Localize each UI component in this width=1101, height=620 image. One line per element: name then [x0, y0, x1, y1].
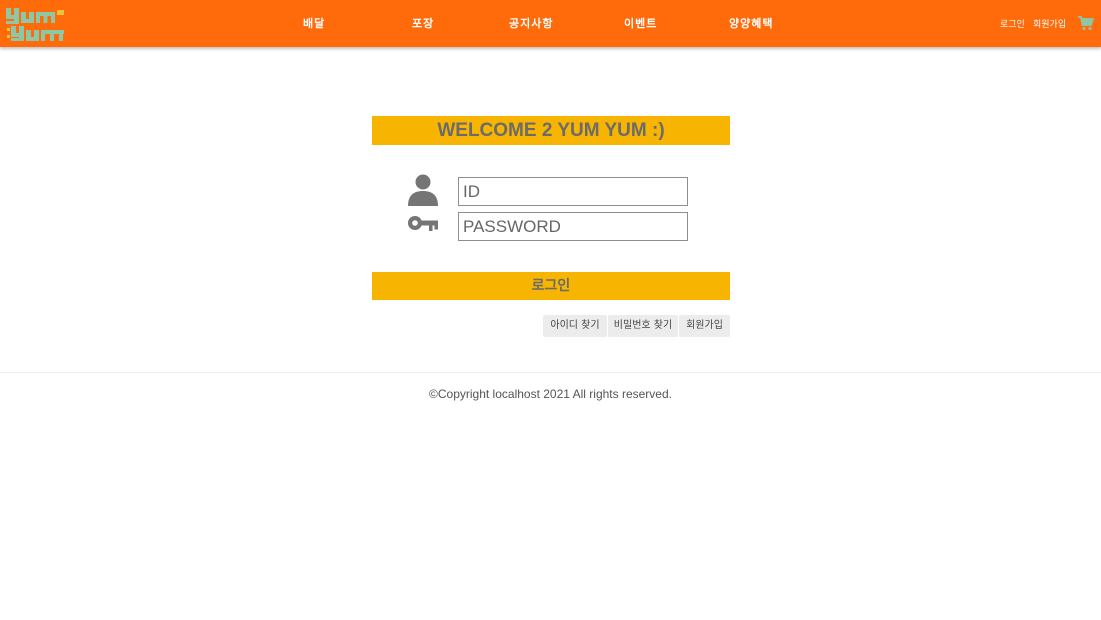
nav-item-benefit[interactable]: 양양혜택 [729, 15, 773, 33]
find-password-button[interactable]: 비밀번호 찾기 [608, 315, 678, 337]
header-login-link[interactable]: 로그인 [1000, 17, 1025, 30]
cart-icon[interactable] [1078, 15, 1094, 31]
copyright-text: ©Copyright localhost 2021 All rights res… [429, 387, 672, 401]
nav-item-takeout[interactable]: 포장 [412, 15, 434, 33]
id-input[interactable] [458, 177, 688, 206]
nav-item-event[interactable]: 이벤트 [624, 15, 657, 33]
login-button[interactable]: 로그인 [372, 272, 730, 300]
nav-item-notice[interactable]: 공지사항 [509, 15, 553, 33]
welcome-banner: WELCOME 2 YUM YUM :) [372, 116, 730, 145]
footer-divider [0, 372, 1101, 373]
header-join-link[interactable]: 회원가입 [1033, 17, 1066, 30]
yumyum-logo[interactable] [6, 6, 66, 42]
top-header: 배달 포장 공지사항 이벤트 양양혜택 로그인 회원가입 [0, 0, 1101, 47]
key-icon [408, 216, 438, 231]
nav-item-delivery[interactable]: 배달 [303, 15, 325, 33]
find-id-button[interactable]: 아이디 찾기 [543, 315, 607, 337]
password-input[interactable] [458, 212, 688, 241]
user-icon [408, 174, 438, 206]
join-button[interactable]: 회원가입 [679, 315, 730, 337]
